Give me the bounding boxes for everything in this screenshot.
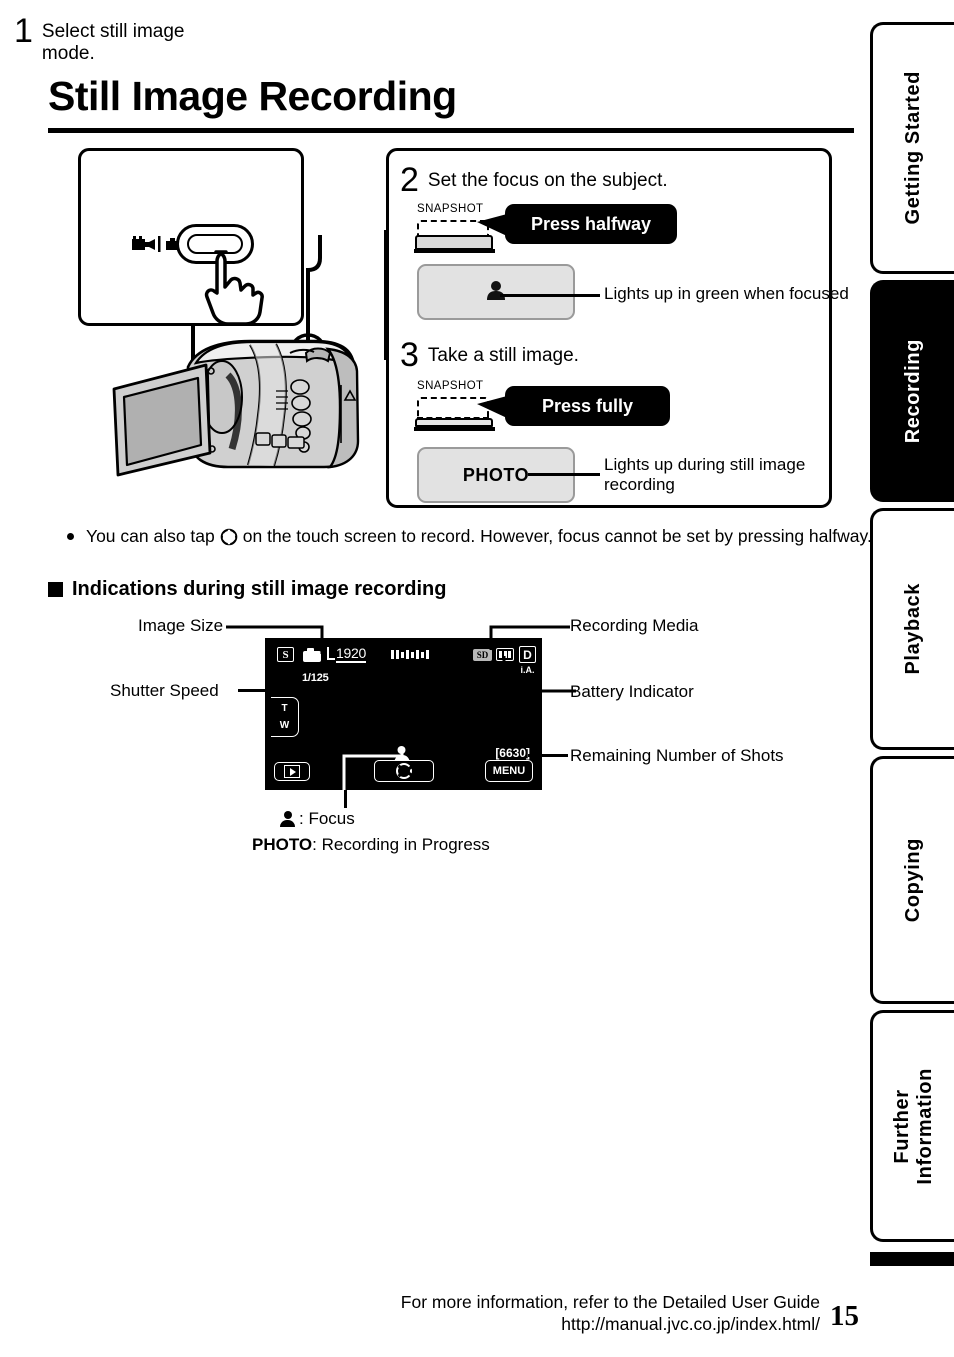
- leader-line-photo: [528, 473, 600, 476]
- step-1-number: 1: [14, 12, 33, 50]
- tab-bottom-marker: [870, 1252, 954, 1266]
- annotation-image-size: Image Size: [138, 616, 224, 635]
- remaining-shots-value: [6630]: [495, 746, 530, 760]
- tab-recording[interactable]: Recording: [870, 280, 954, 502]
- audio-level-meter-icon: [391, 650, 429, 659]
- person-icon: [280, 810, 295, 827]
- balloon-tail-fully: [477, 396, 507, 418]
- step-1-text: Select still image mode.: [41, 21, 185, 65]
- snapshot-button-base: [414, 249, 495, 253]
- leader-line-focus: [500, 294, 600, 297]
- tab-copying[interactable]: Copying: [870, 756, 954, 1004]
- annotation-recording-media: Recording Media: [570, 616, 699, 635]
- legend-focus-text: : Focus: [299, 809, 355, 828]
- step-3-text: Take a still image.: [427, 345, 579, 366]
- zoom-w-label: W: [279, 719, 290, 731]
- leader-battery-indicator: [502, 656, 576, 693]
- note-text-part2: on the touch screen to record. However, …: [242, 526, 872, 546]
- camcorder-illustration: [112, 339, 360, 477]
- leader-focus-legend: [342, 747, 404, 808]
- playback-button[interactable]: [274, 762, 310, 781]
- callout-press-halfway: Press halfway: [505, 204, 677, 244]
- person-focus-icon: [485, 280, 507, 305]
- annotation-remaining-shots: Remaining Number of Shots: [570, 746, 784, 765]
- snapshot-label: SNAPSHOT: [417, 380, 484, 392]
- tab-further-information[interactable]: Further Information: [870, 1010, 954, 1242]
- footer-line-1: For more information, refer to the Detai…: [400, 1292, 820, 1312]
- step-2-text: Set the focus on the subject.: [427, 170, 668, 191]
- footer-line-2: http://manual.jvc.co.jp/index.html/: [561, 1313, 820, 1334]
- zoom-t-label: T: [281, 703, 288, 715]
- tab-label: Recording: [902, 338, 924, 444]
- tab-label: Getting Started: [902, 71, 924, 225]
- step-3-number: 3: [400, 336, 419, 374]
- leader-shutter-speed: [238, 689, 298, 692]
- section-heading-label: Indications during still image recording: [72, 578, 447, 600]
- photo-indicator-label: PHOTO: [462, 464, 530, 485]
- touch-screen-note: You can also tap on the touch screen to r…: [64, 526, 884, 551]
- title-divider: [48, 128, 854, 133]
- leader-recording-media: [489, 625, 570, 650]
- photo-indicator-caption: Lights up during still image recording: [604, 455, 806, 494]
- tab-label: Playback: [902, 583, 924, 675]
- note-text: You can also tap on the touch screen to r…: [64, 526, 884, 551]
- step-2-number: 2: [400, 161, 419, 199]
- legend-photo-word: PHOTO: [252, 834, 313, 854]
- focus-indicator-panel: [417, 264, 575, 320]
- step-3-heading: 3 Take a still image.: [400, 338, 579, 372]
- snapshot-button-cap[interactable]: [415, 418, 493, 427]
- square-bullet-icon: [48, 582, 63, 597]
- note-text-part1: You can also tap: [86, 526, 215, 546]
- balloon-tail-halfway: [477, 214, 507, 236]
- leader-image-size: [226, 625, 324, 654]
- footer-note: For more information, refer to the Detai…: [300, 1292, 820, 1336]
- menu-button[interactable]: MENU: [485, 760, 533, 782]
- focus-indicator-caption: Lights up in green when focused: [604, 284, 849, 303]
- shutter-speed-value: 1/125: [302, 672, 329, 684]
- shutter-touch-icon: [220, 528, 238, 551]
- legend-item-photo: PHOTO : Recording in Progress: [252, 832, 552, 858]
- annotation-shutter-speed: Shutter Speed: [110, 681, 219, 700]
- step-1-heading: 1 Select still image mode.: [14, 14, 222, 65]
- snapshot-button-base: [414, 427, 495, 431]
- tab-label: Further Information: [890, 1067, 936, 1185]
- legend-photo-text: : Recording in Progress: [312, 834, 490, 854]
- callout-press-fully: Press fully: [505, 386, 670, 426]
- snapshot-button-cap[interactable]: [415, 235, 493, 250]
- snapshot-label: SNAPSHOT: [417, 203, 484, 215]
- tab-playback[interactable]: Playback: [870, 508, 954, 750]
- legend-list: : Focus PHOTO : Recording in Progress: [252, 806, 552, 857]
- page-title: Still Image Recording: [48, 73, 457, 119]
- legend-item-focus: : Focus: [252, 806, 552, 832]
- annotation-battery-indicator: Battery Indicator: [570, 682, 694, 701]
- bullet-dot: [67, 533, 74, 540]
- step-2-heading: 2 Set the focus on the subject.: [400, 163, 668, 197]
- section-heading: Indications during still image recording: [48, 578, 447, 601]
- tab-getting-started[interactable]: Getting Started: [870, 22, 954, 274]
- leader-remaining-shots: [528, 754, 568, 757]
- zoom-tw-control[interactable]: T W: [271, 697, 299, 737]
- page-number: 15: [830, 1300, 859, 1332]
- tab-label: Copying: [902, 837, 924, 923]
